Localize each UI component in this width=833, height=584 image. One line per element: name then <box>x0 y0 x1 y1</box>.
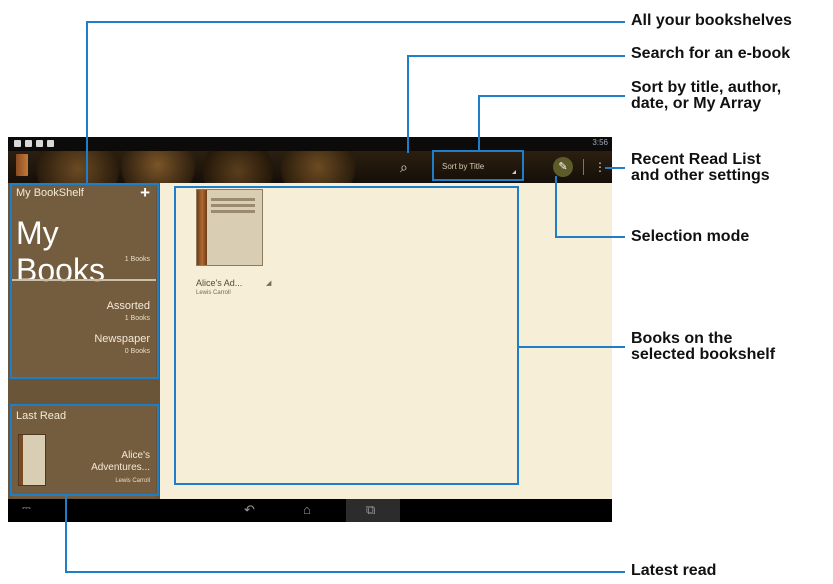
annotation-line: Recent Read List <box>631 151 761 168</box>
annotation-books: Books on the selected bookshelf <box>631 331 775 363</box>
callout-line <box>407 55 625 57</box>
notification-icon <box>47 140 54 147</box>
notification-icon <box>14 140 21 147</box>
recent-apps-icon: ⧉ <box>366 502 376 517</box>
annotation-line: Books on the <box>631 330 733 347</box>
callout-line <box>519 346 625 348</box>
search-icon[interactable]: ⌕ <box>400 160 408 174</box>
books-highlight <box>174 186 519 485</box>
navigation-bar: ⎓ ↶ ⌂ ⧉ <box>8 499 612 522</box>
callout-line <box>605 167 625 169</box>
callout-line <box>65 496 67 573</box>
home-icon[interactable]: ⌂ <box>303 502 311 517</box>
annotation-sort: Sort by title, author, date, or My Array <box>631 80 781 112</box>
annotation-recent-read: Recent Read List and other settings <box>631 152 770 184</box>
annotation-line: Sort by title, author, <box>631 79 782 96</box>
annotation-selection-mode: Selection mode <box>631 228 750 245</box>
bookshelves-highlight <box>10 183 159 379</box>
recent-apps-button[interactable]: ⧉ <box>346 499 400 522</box>
callout-line <box>555 176 557 238</box>
sort-highlight <box>432 150 524 181</box>
callout-line <box>407 55 409 153</box>
callout-line <box>86 21 625 23</box>
latest-read-highlight <box>10 404 159 496</box>
annotation-line: date, or My Array <box>631 95 762 112</box>
toolbar-divider <box>583 159 584 175</box>
back-icon[interactable]: ↶ <box>244 502 255 518</box>
notification-icon <box>36 140 43 147</box>
callout-line <box>65 571 625 573</box>
callout-line <box>478 95 480 150</box>
annotation-line: selected bookshelf <box>631 346 776 363</box>
annotation-all-bookshelves: All your bookshelves <box>631 12 792 29</box>
callout-line <box>555 236 625 238</box>
book-app-icon[interactable] <box>16 154 28 176</box>
annotation-search: Search for an e-book <box>631 45 791 62</box>
notification-icon <box>25 140 32 147</box>
status-clock: 3:56 <box>592 138 608 147</box>
pencil-icon[interactable]: ✎ <box>553 157 573 177</box>
keyboard-hide-icon[interactable]: ⎓ <box>22 502 31 515</box>
callout-line <box>478 95 625 97</box>
status-bar: 3:56 <box>8 137 612 151</box>
annotation-line: and other settings <box>631 167 770 184</box>
annotation-latest-read: Latest read <box>631 562 717 579</box>
callout-line <box>86 21 88 183</box>
